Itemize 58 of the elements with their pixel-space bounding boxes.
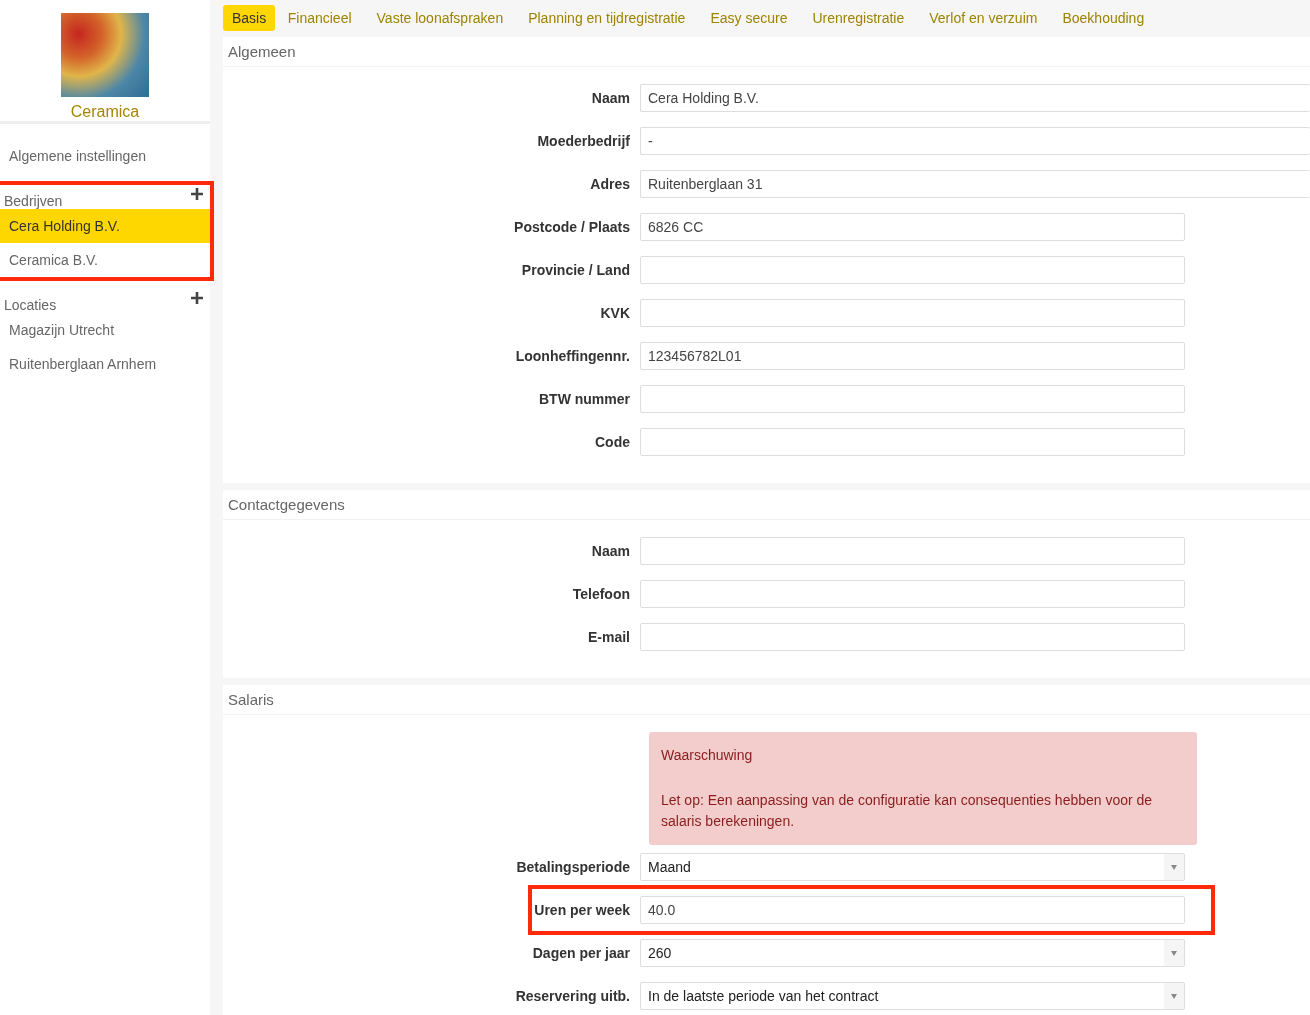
field-label: Loonheffingennr. bbox=[514, 348, 631, 364]
tab[interactable]: Easy secure bbox=[697, 5, 800, 31]
sidebar-item[interactable]: Magazijn Utrecht bbox=[0, 313, 210, 347]
input-field[interactable] bbox=[640, 623, 1185, 651]
tab[interactable]: Planning en tijdregistratie bbox=[515, 5, 698, 31]
caret-icon bbox=[1171, 864, 1177, 870]
company-name: Ceramica bbox=[70, 103, 140, 121]
tab[interactable]: Verlof en verzuim bbox=[916, 5, 1050, 31]
field-label: Naam bbox=[590, 543, 631, 559]
input-field[interactable] bbox=[640, 385, 1185, 413]
field-label: Telefoon bbox=[571, 586, 631, 602]
field-label: BTW nummer bbox=[538, 391, 631, 407]
input-field[interactable] bbox=[640, 256, 1185, 284]
tab[interactable]: Urenregistratie bbox=[799, 5, 917, 31]
tab[interactable]: Financieel bbox=[275, 5, 365, 31]
panel-title: Salaris bbox=[228, 691, 274, 708]
alert-message: Let op: Een aanpassing van de configuratie kan consequenties hebben voor de salaris berekeningen. bbox=[661, 791, 1154, 831]
caret-icon bbox=[1171, 993, 1177, 999]
caret-icon bbox=[1171, 950, 1177, 956]
add-icon[interactable] bbox=[190, 187, 204, 201]
input-field[interactable] bbox=[640, 299, 1185, 327]
alert-title: Waarschuwing bbox=[661, 746, 754, 765]
field-label: Dagen per jaar bbox=[531, 945, 631, 961]
field-label: Postcode / Plaats bbox=[513, 219, 631, 235]
field-label: E-mail bbox=[587, 629, 631, 645]
input-field[interactable] bbox=[640, 580, 1185, 608]
tab[interactable]: Vaste loonafspraken bbox=[364, 5, 516, 31]
field-label: Provincie / Land bbox=[520, 262, 631, 278]
tab[interactable]: Basis bbox=[223, 5, 276, 31]
sidebar-item[interactable]: Cera Holding B.V. bbox=[0, 209, 210, 243]
panel-title: Algemeen bbox=[228, 43, 296, 60]
panel-title: Contactgegevens bbox=[228, 496, 345, 513]
section-heading: Locaties bbox=[4, 297, 57, 313]
tab[interactable]: Boekhouding bbox=[1049, 5, 1157, 31]
select-field[interactable]: 260 bbox=[640, 939, 1185, 967]
input-field[interactable]: 123456782L01 bbox=[640, 342, 1185, 370]
field-label: Betalingsperiode bbox=[515, 859, 631, 875]
input-field[interactable]: 40.0 bbox=[640, 896, 1185, 924]
sidebar-item[interactable]: Algemene instellingen bbox=[0, 139, 210, 173]
add-icon[interactable] bbox=[190, 291, 204, 305]
field-label: Adres bbox=[589, 176, 631, 192]
input-field[interactable] bbox=[640, 428, 1185, 456]
field-label: Uren per week bbox=[533, 902, 631, 918]
input-field[interactable] bbox=[640, 537, 1185, 565]
sidebar-item[interactable]: Ruitenberglaan Arnhem bbox=[0, 347, 210, 381]
sidebar-item[interactable]: Ceramica B.V. bbox=[0, 243, 210, 277]
input-field[interactable]: - bbox=[640, 127, 1310, 155]
input-field[interactable]: 6826 CC bbox=[640, 213, 1185, 241]
field-label: KVK bbox=[599, 305, 631, 321]
input-field[interactable]: Ruitenberglaan 31 bbox=[640, 170, 1310, 198]
select-field[interactable]: In de laatste periode van het contract bbox=[640, 982, 1185, 1010]
section-heading: Bedrijven bbox=[4, 193, 63, 209]
select-field[interactable]: Maand bbox=[640, 853, 1185, 881]
field-label: Moederbedrijf bbox=[536, 133, 631, 149]
field-label: Reservering uitb. bbox=[514, 988, 631, 1004]
field-label: Code bbox=[594, 434, 631, 450]
field-label: Naam bbox=[590, 90, 631, 106]
input-field[interactable]: Cera Holding B.V. bbox=[640, 84, 1310, 112]
